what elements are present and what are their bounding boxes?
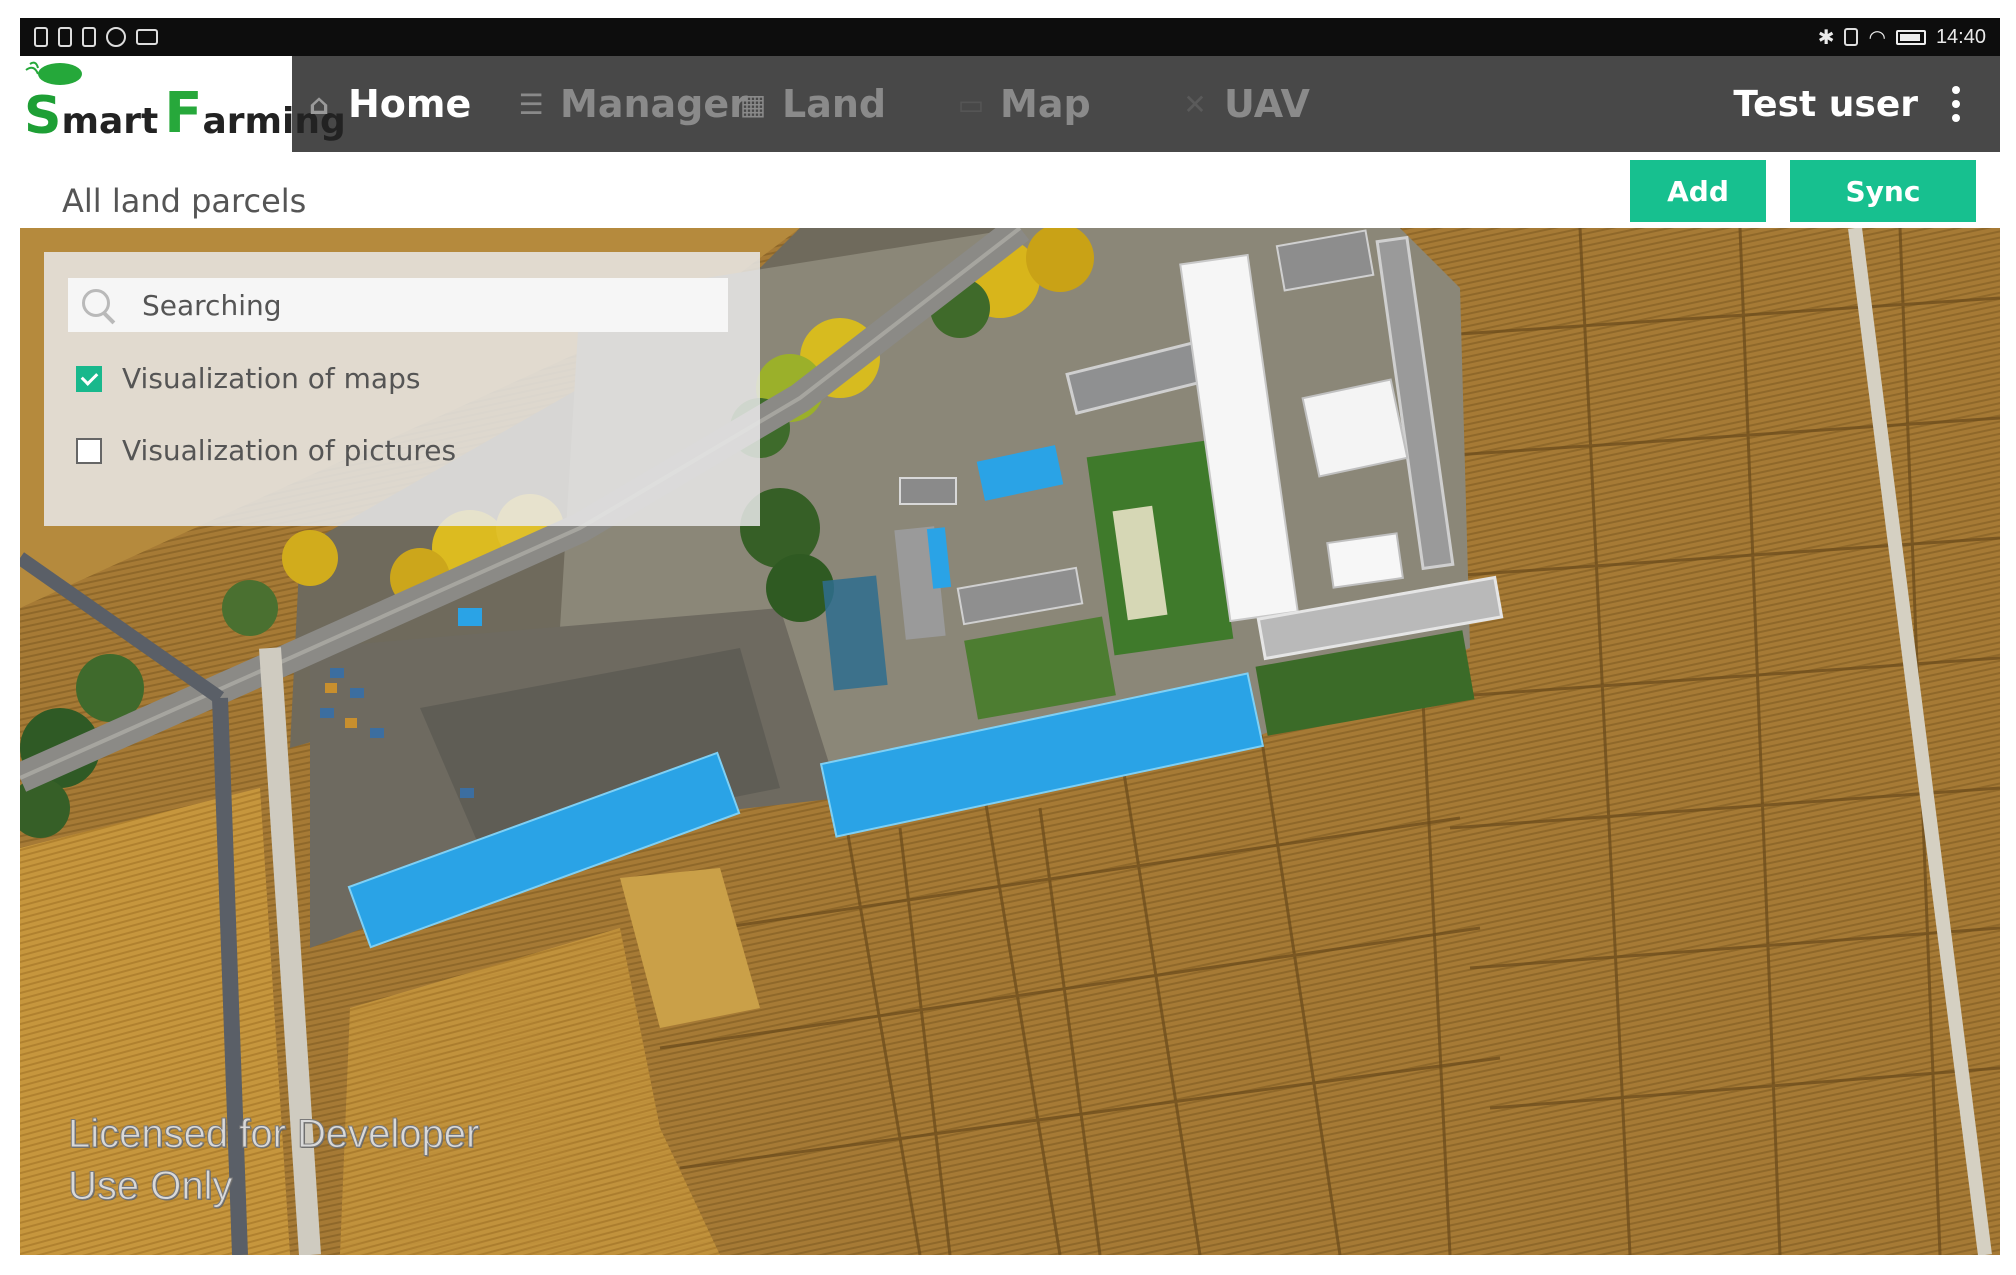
notification-icon [82, 27, 96, 47]
nav-land-label: Land [782, 82, 887, 126]
status-left [34, 27, 158, 47]
nav-uav-label: UAV [1224, 82, 1310, 126]
map-filter-panel: Visualization of maps Visualization of p… [44, 252, 760, 526]
page-title: All land parcels [62, 182, 307, 220]
nav-home[interactable]: ⌂ Home [304, 56, 471, 152]
list-icon: ☰ [518, 87, 544, 121]
option-pictures-label: Visualization of pictures [122, 434, 457, 467]
sync-button[interactable]: Sync [1790, 160, 1976, 222]
top-navigation-bar: S mart F arming ⌂ Home ☰ Manager ▦ Land … [20, 56, 2000, 152]
map-icon: ▭ [957, 87, 985, 121]
logo-text-mart: mart [61, 101, 159, 142]
home-icon: ⌂ [308, 87, 330, 121]
clock-icon [106, 27, 126, 47]
more-vertical-icon[interactable] [1952, 86, 1960, 122]
user-name[interactable]: Test user [1733, 56, 1918, 152]
land-icon: ▦ [739, 87, 767, 121]
nav-land[interactable]: ▦ Land [738, 56, 886, 152]
status-bar: ✱ ◠ 14:40 [20, 18, 2000, 56]
add-button[interactable]: Add [1630, 160, 1766, 222]
notification-icon [58, 27, 72, 47]
option-pictures[interactable]: Visualization of pictures [76, 434, 456, 467]
logo-letter-f: F [164, 81, 203, 146]
sim-icon [34, 27, 48, 47]
drone-icon: ✕ [1183, 87, 1207, 121]
nav-map[interactable]: ▭ Map [956, 56, 1091, 152]
leaf-icon [25, 61, 82, 85]
wifi-icon: ◠ [1868, 25, 1886, 49]
page-header: All land parcels Add Sync [20, 152, 2000, 228]
option-maps[interactable]: Visualization of maps [76, 362, 420, 395]
vibrate-icon [1844, 28, 1859, 46]
nav-manager[interactable]: ☰ Manager [516, 56, 748, 152]
status-right: ✱ ◠ 14:40 [1818, 25, 1986, 49]
pictures-checkbox[interactable] [76, 437, 102, 464]
aerial-map[interactable]: Visualization of maps Visualization of p… [20, 228, 2000, 1255]
watermark-line-2: Use Only [67, 1164, 233, 1209]
nav-home-label: Home [348, 82, 472, 126]
logo-letter-s: S [24, 86, 62, 146]
nav-uav[interactable]: ✕ UAV [1180, 56, 1310, 152]
keyboard-icon [136, 29, 158, 45]
smart-farming-logo[interactable]: S mart F arming [20, 56, 346, 152]
status-time: 14:40 [1935, 25, 1986, 48]
watermark-line-1: Licensed for Developer [67, 1112, 480, 1157]
license-watermark: Licensed for Developer Use Only [67, 1108, 480, 1212]
nav-map-label: Map [1000, 82, 1091, 126]
search-input[interactable] [140, 287, 684, 323]
app-window: ✱ ◠ 14:40 S mart F arming ⌂ Home ☰ Manag… [20, 18, 2000, 1255]
battery-icon [1895, 29, 1926, 45]
bluetooth-icon: ✱ [1817, 25, 1835, 49]
option-maps-label: Visualization of maps [122, 362, 421, 395]
search-icon [78, 285, 118, 325]
maps-checkbox[interactable] [76, 365, 102, 392]
search-box[interactable] [68, 278, 728, 332]
nav-manager-label: Manager [560, 82, 748, 126]
